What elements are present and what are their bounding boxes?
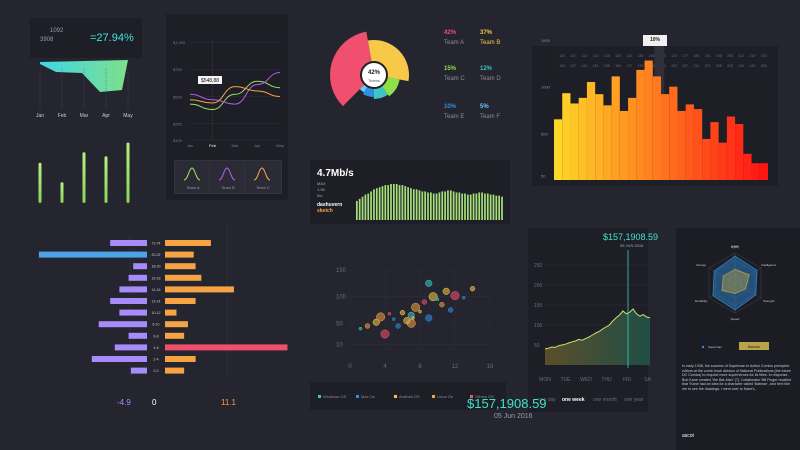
legend-dot (701, 345, 705, 349)
radar-title: power (731, 244, 739, 248)
radar-axis-label: Strength (763, 299, 775, 303)
legend-label: Batman (748, 345, 760, 349)
radar-axis-label: Speed (731, 317, 740, 321)
radar-footer: ascot (682, 433, 694, 439)
radar-body-text: In early 1938, the success of Superman i… (682, 364, 792, 391)
radar-axis-label: Intelligence (761, 263, 777, 267)
radar-axis-label: Durability (695, 299, 708, 303)
bottom-value: $157,1908.59 (467, 396, 547, 411)
radar-chart: AgilityIntelligenceStrengthSpeedDurabili… (695, 244, 777, 350)
legend-label: Superman (708, 345, 722, 349)
radar-axis-label: Energy (696, 263, 706, 267)
bottom-date: 05 Jun 2016 (494, 413, 533, 420)
